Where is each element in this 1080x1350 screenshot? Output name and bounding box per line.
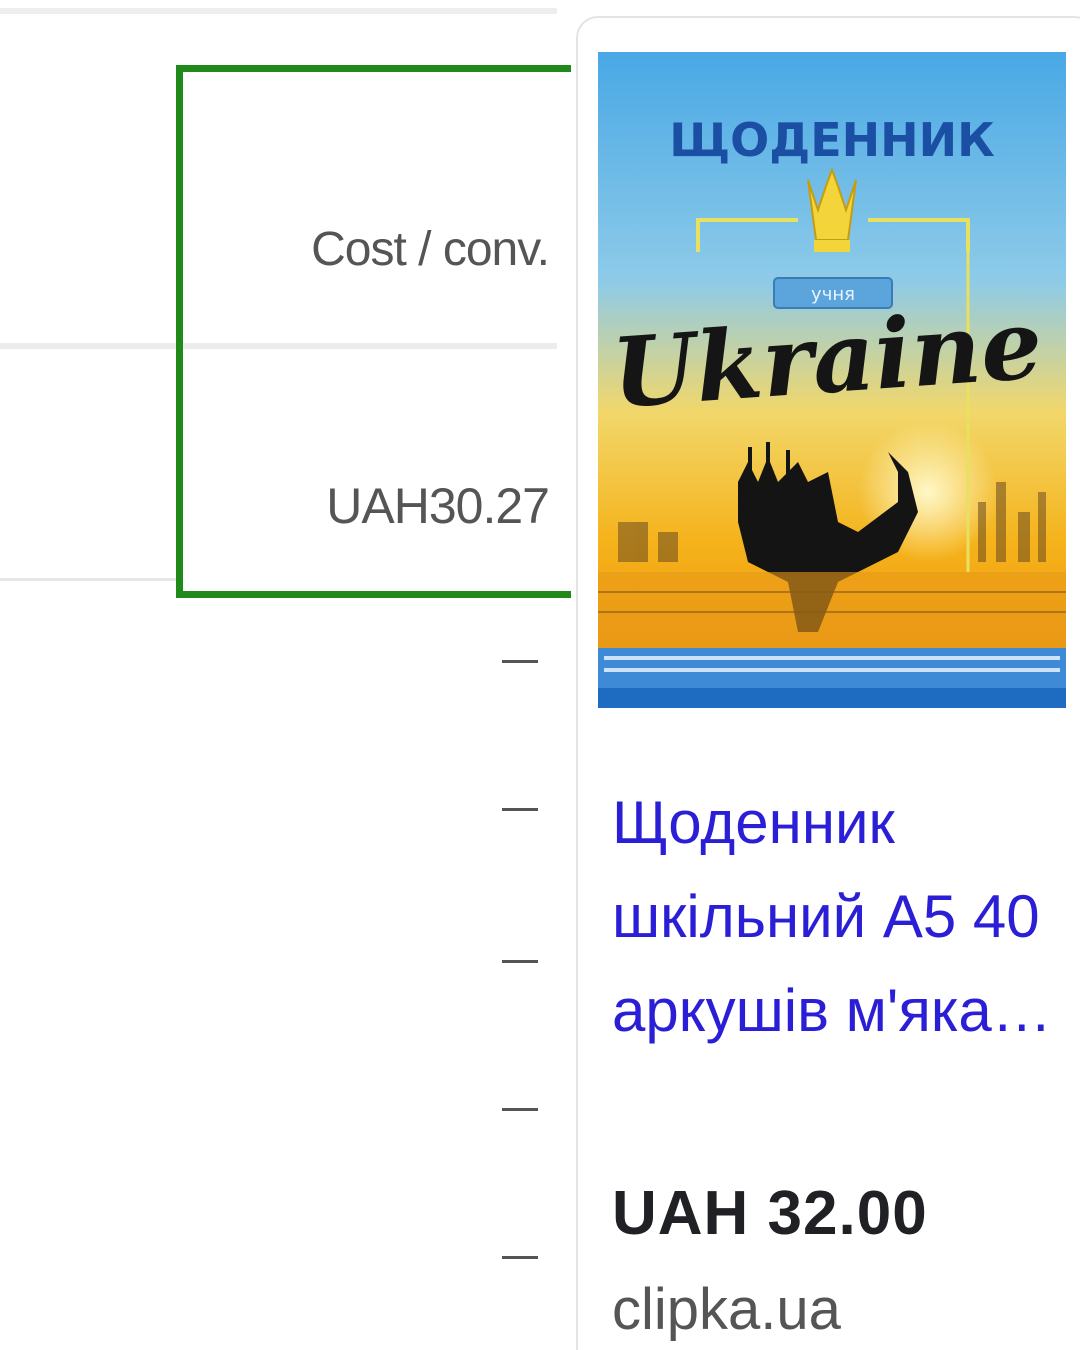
row-divider: [0, 578, 180, 581]
product-image[interactable]: ЩОДЕННИК учня Ukraine: [598, 52, 1066, 708]
product-title-link[interactable]: Щоденник шкільний А5 40 аркушів м'яка…: [612, 776, 1052, 1058]
product-card[interactable]: ЩОДЕННИК учня Ukraine Щоденник шкільний …: [576, 16, 1080, 1350]
merchant-name: clipka.ua: [612, 1277, 841, 1342]
empty-cell-dash: [502, 808, 538, 811]
empty-cell-dash: [502, 660, 538, 663]
cost-per-conversion-value: UAH30.27: [326, 478, 550, 534]
empty-cell-dash: [502, 1108, 538, 1111]
screenshot-root: Cost / conv. UAH30.27 ЩОДЕННИК учня Ukra…: [0, 0, 1080, 1350]
metrics-table: Cost / conv. UAH30.27: [0, 0, 571, 1350]
highlighted-column-box: Cost / conv. UAH30.27: [176, 65, 571, 598]
column-header-cost-per-conversion[interactable]: Cost / conv.: [311, 222, 550, 277]
empty-cell-dash: [502, 960, 538, 963]
cover-title-text: ЩОДЕННИК: [669, 113, 995, 167]
product-price: UAH 32.00: [612, 1179, 928, 1248]
empty-cell-dash: [502, 1256, 538, 1259]
table-top-divider: [0, 8, 557, 14]
